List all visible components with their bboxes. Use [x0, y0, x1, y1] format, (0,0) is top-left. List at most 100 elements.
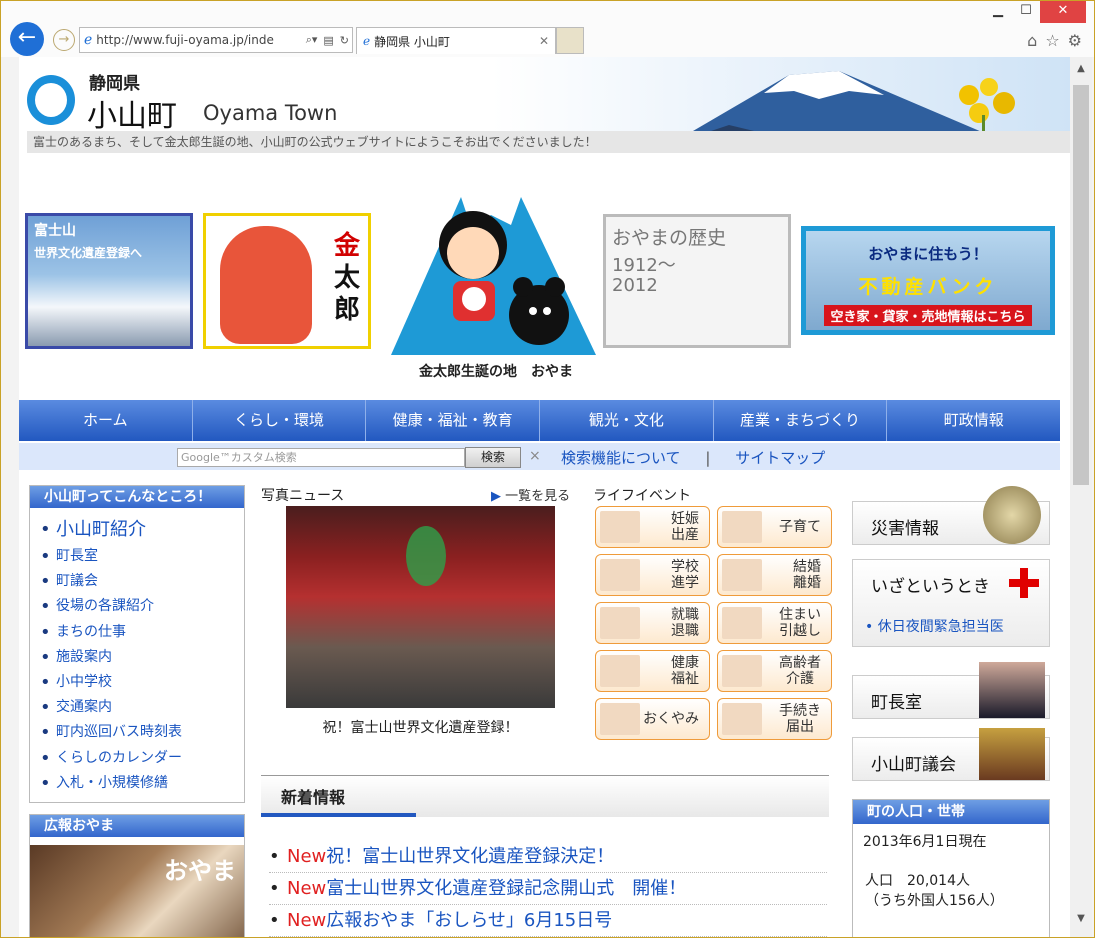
- news-item[interactable]: New祝！富士山世界文化遺産登録決定！: [269, 841, 827, 873]
- life-event-image: [600, 703, 640, 735]
- life-event-label-line: 妊娠: [671, 511, 699, 527]
- search-icon[interactable]: ⌕▾: [303, 33, 321, 47]
- maximize-icon[interactable]: ☐: [1012, 1, 1040, 23]
- home-icon[interactable]: ⌂: [1027, 31, 1037, 50]
- population-box: 町の人口・世帯 2013年6月1日現在 人口 20,014人 （うち外国人156…: [852, 799, 1050, 937]
- life-event-button[interactable]: 高齢者 介護: [717, 650, 832, 692]
- vertical-scrollbar[interactable]: ▲ ▼: [1070, 57, 1092, 937]
- about-town-box: 小山町ってこんなところ！ 小山町紹介 町長室 町議会 役場の各課紹介 まちの仕事…: [29, 485, 245, 803]
- news-item[interactable]: New広報おやま「おしらせ」6月15日号: [269, 905, 827, 937]
- life-event-button[interactable]: 学校 進学: [595, 554, 710, 596]
- list-item[interactable]: 小中学校: [40, 670, 244, 695]
- news-text: 祝！富士山世界文化遺産登録決定！: [326, 846, 615, 867]
- window-controls: ▁ ☐ ✕: [984, 1, 1086, 23]
- list-item[interactable]: 入札・小規模修繕: [40, 771, 244, 796]
- holiday-doctor-link[interactable]: • 休日夜間緊急担当医: [865, 616, 1004, 636]
- life-event-label-line: おくやみ: [643, 711, 699, 727]
- banner-subtitle: 世界文化遺産登録へ: [34, 246, 143, 260]
- scroll-down-icon[interactable]: ▼: [1070, 913, 1092, 929]
- close-icon[interactable]: ✕: [1040, 1, 1086, 23]
- life-event-label: 結婚 離婚: [793, 559, 821, 591]
- mayor-office-button[interactable]: 町長室: [852, 662, 1050, 719]
- compat-icon[interactable]: ▤: [320, 34, 336, 47]
- life-event-label: 妊娠 出産: [671, 511, 699, 543]
- list-item[interactable]: 交通案内: [40, 695, 244, 720]
- favorites-icon[interactable]: ☆: [1045, 31, 1059, 50]
- settings-icon[interactable]: ⚙: [1068, 31, 1082, 50]
- life-event-button[interactable]: 子育て: [717, 506, 832, 548]
- scroll-thumb[interactable]: [1073, 85, 1089, 485]
- back-button[interactable]: ←: [10, 22, 44, 56]
- minimize-icon[interactable]: ▁: [984, 1, 1012, 23]
- tab-title: 静岡県 小山町: [374, 34, 450, 49]
- kintaro-birthplace-banner[interactable]: 金太郎生誕の地 おやま: [391, 185, 596, 380]
- pr-magazine-cover[interactable]: おやま: [30, 845, 244, 937]
- list-item[interactable]: くらしのカレンダー: [40, 746, 244, 771]
- news-item[interactable]: New富士山世界文化遺産登録記念開山式 開催！: [269, 873, 827, 905]
- search-help-link[interactable]: 検索機能について: [561, 449, 681, 467]
- town-logo[interactable]: [27, 75, 75, 125]
- life-event-button[interactable]: 住まい 引越し: [717, 602, 832, 644]
- life-event-button[interactable]: 手続き 届出: [717, 698, 832, 740]
- search-button[interactable]: 検索: [465, 447, 521, 468]
- life-event-label-line: 結婚: [793, 559, 821, 575]
- list-item[interactable]: 町長室: [40, 544, 244, 569]
- list-item[interactable]: まちの仕事: [40, 620, 244, 645]
- life-event-button[interactable]: 就職 退職: [595, 602, 710, 644]
- history-banner[interactable]: おやまの歴史 1912～ 2012: [603, 214, 791, 348]
- list-item[interactable]: 町内巡回バス時刻表: [40, 720, 244, 745]
- council-label: 小山町議会: [871, 755, 956, 775]
- population-foreign: （うち外国人156人）: [865, 893, 1004, 909]
- clear-search-icon[interactable]: ×: [529, 448, 541, 464]
- browser-tab[interactable]: ℯ 静岡県 小山町 ✕: [356, 27, 556, 54]
- bank-subtitle: 空き家・貸家・売地情報はこちら: [824, 305, 1032, 326]
- kintaro-char: 郎: [333, 295, 360, 325]
- news-text: 富士山世界文化遺産登録記念開山式 開催！: [326, 878, 687, 899]
- ie-icon: ℯ: [84, 32, 93, 48]
- disaster-info-button[interactable]: 災害情報: [852, 486, 1050, 545]
- life-event-image: [722, 559, 762, 591]
- emergency-label[interactable]: いざというとき: [871, 572, 990, 597]
- list-item[interactable]: 役場の各課紹介: [40, 594, 244, 619]
- nav-health[interactable]: 健康・福祉・教育: [366, 400, 541, 441]
- town-council-button[interactable]: 小山町議会: [852, 728, 1050, 781]
- life-event-label-line: 引越し: [779, 623, 821, 639]
- nav-tourism[interactable]: 観光・文化: [540, 400, 714, 441]
- search-links: 検索機能について | サイトマップ: [551, 447, 835, 468]
- life-event-button[interactable]: 妊娠 出産: [595, 506, 710, 548]
- news-title: 新着情報: [281, 788, 346, 807]
- life-event-button[interactable]: 結婚 離婚: [717, 554, 832, 596]
- fuji-heritage-banner[interactable]: 富士山 世界文化遺産登録へ: [25, 213, 193, 349]
- site-header: 静岡県 小山町 Oyama Town 富士のあるまち、そして金太郎生誕の地、小山…: [19, 57, 1070, 153]
- real-estate-bank-banner[interactable]: おやまに住もう！ 不動産バンク 空き家・貸家・売地情報はこちら: [801, 226, 1055, 335]
- megaphone-icon: [983, 486, 1041, 544]
- life-event-button[interactable]: 健康 福祉: [595, 650, 710, 692]
- photo-news-caption[interactable]: 祝！富士山世界文化遺産登録！: [286, 717, 555, 737]
- nav-living[interactable]: くらし・環境: [193, 400, 367, 441]
- search-input[interactable]: Google™カスタム検索: [177, 448, 465, 467]
- forward-button[interactable]: →: [53, 29, 75, 51]
- url-text[interactable]: http://www.fuji-oyama.jp/inde: [96, 33, 302, 47]
- life-event-image: [722, 655, 762, 687]
- close-tab-icon[interactable]: ✕: [539, 34, 555, 48]
- kintaro-banner[interactable]: 金 太 郎: [203, 213, 371, 349]
- nav-industry[interactable]: 産業・まちづくり: [714, 400, 888, 441]
- scroll-up-icon[interactable]: ▲: [1070, 63, 1092, 79]
- life-event-label: 高齢者 介護: [779, 655, 821, 687]
- life-event-button[interactable]: おくやみ: [595, 698, 710, 740]
- nav-government[interactable]: 町政情報: [887, 400, 1060, 441]
- photo-news-image[interactable]: [286, 506, 555, 708]
- list-item[interactable]: 施設案内: [40, 645, 244, 670]
- mayor-photo: [979, 662, 1045, 718]
- news-text: 広報おやま「おしらせ」6月15日号: [326, 910, 613, 931]
- nav-home[interactable]: ホーム: [19, 400, 193, 441]
- address-bar[interactable]: ℯ http://www.fuji-oyama.jp/inde ⌕▾ ▤ ↻: [79, 27, 353, 53]
- new-tab-button[interactable]: [556, 27, 584, 54]
- sitemap-link[interactable]: サイトマップ: [735, 449, 825, 467]
- list-item[interactable]: 町議会: [40, 569, 244, 594]
- view-all-label: 一覧を見る: [505, 489, 571, 504]
- view-all-link[interactable]: ▶ 一覧を見る: [491, 485, 570, 504]
- list-item[interactable]: 小山町紹介: [40, 516, 244, 544]
- refresh-icon[interactable]: ↻: [337, 34, 352, 47]
- about-town-list: 小山町紹介 町長室 町議会 役場の各課紹介 まちの仕事 施設案内 小中学校 交通…: [30, 508, 244, 796]
